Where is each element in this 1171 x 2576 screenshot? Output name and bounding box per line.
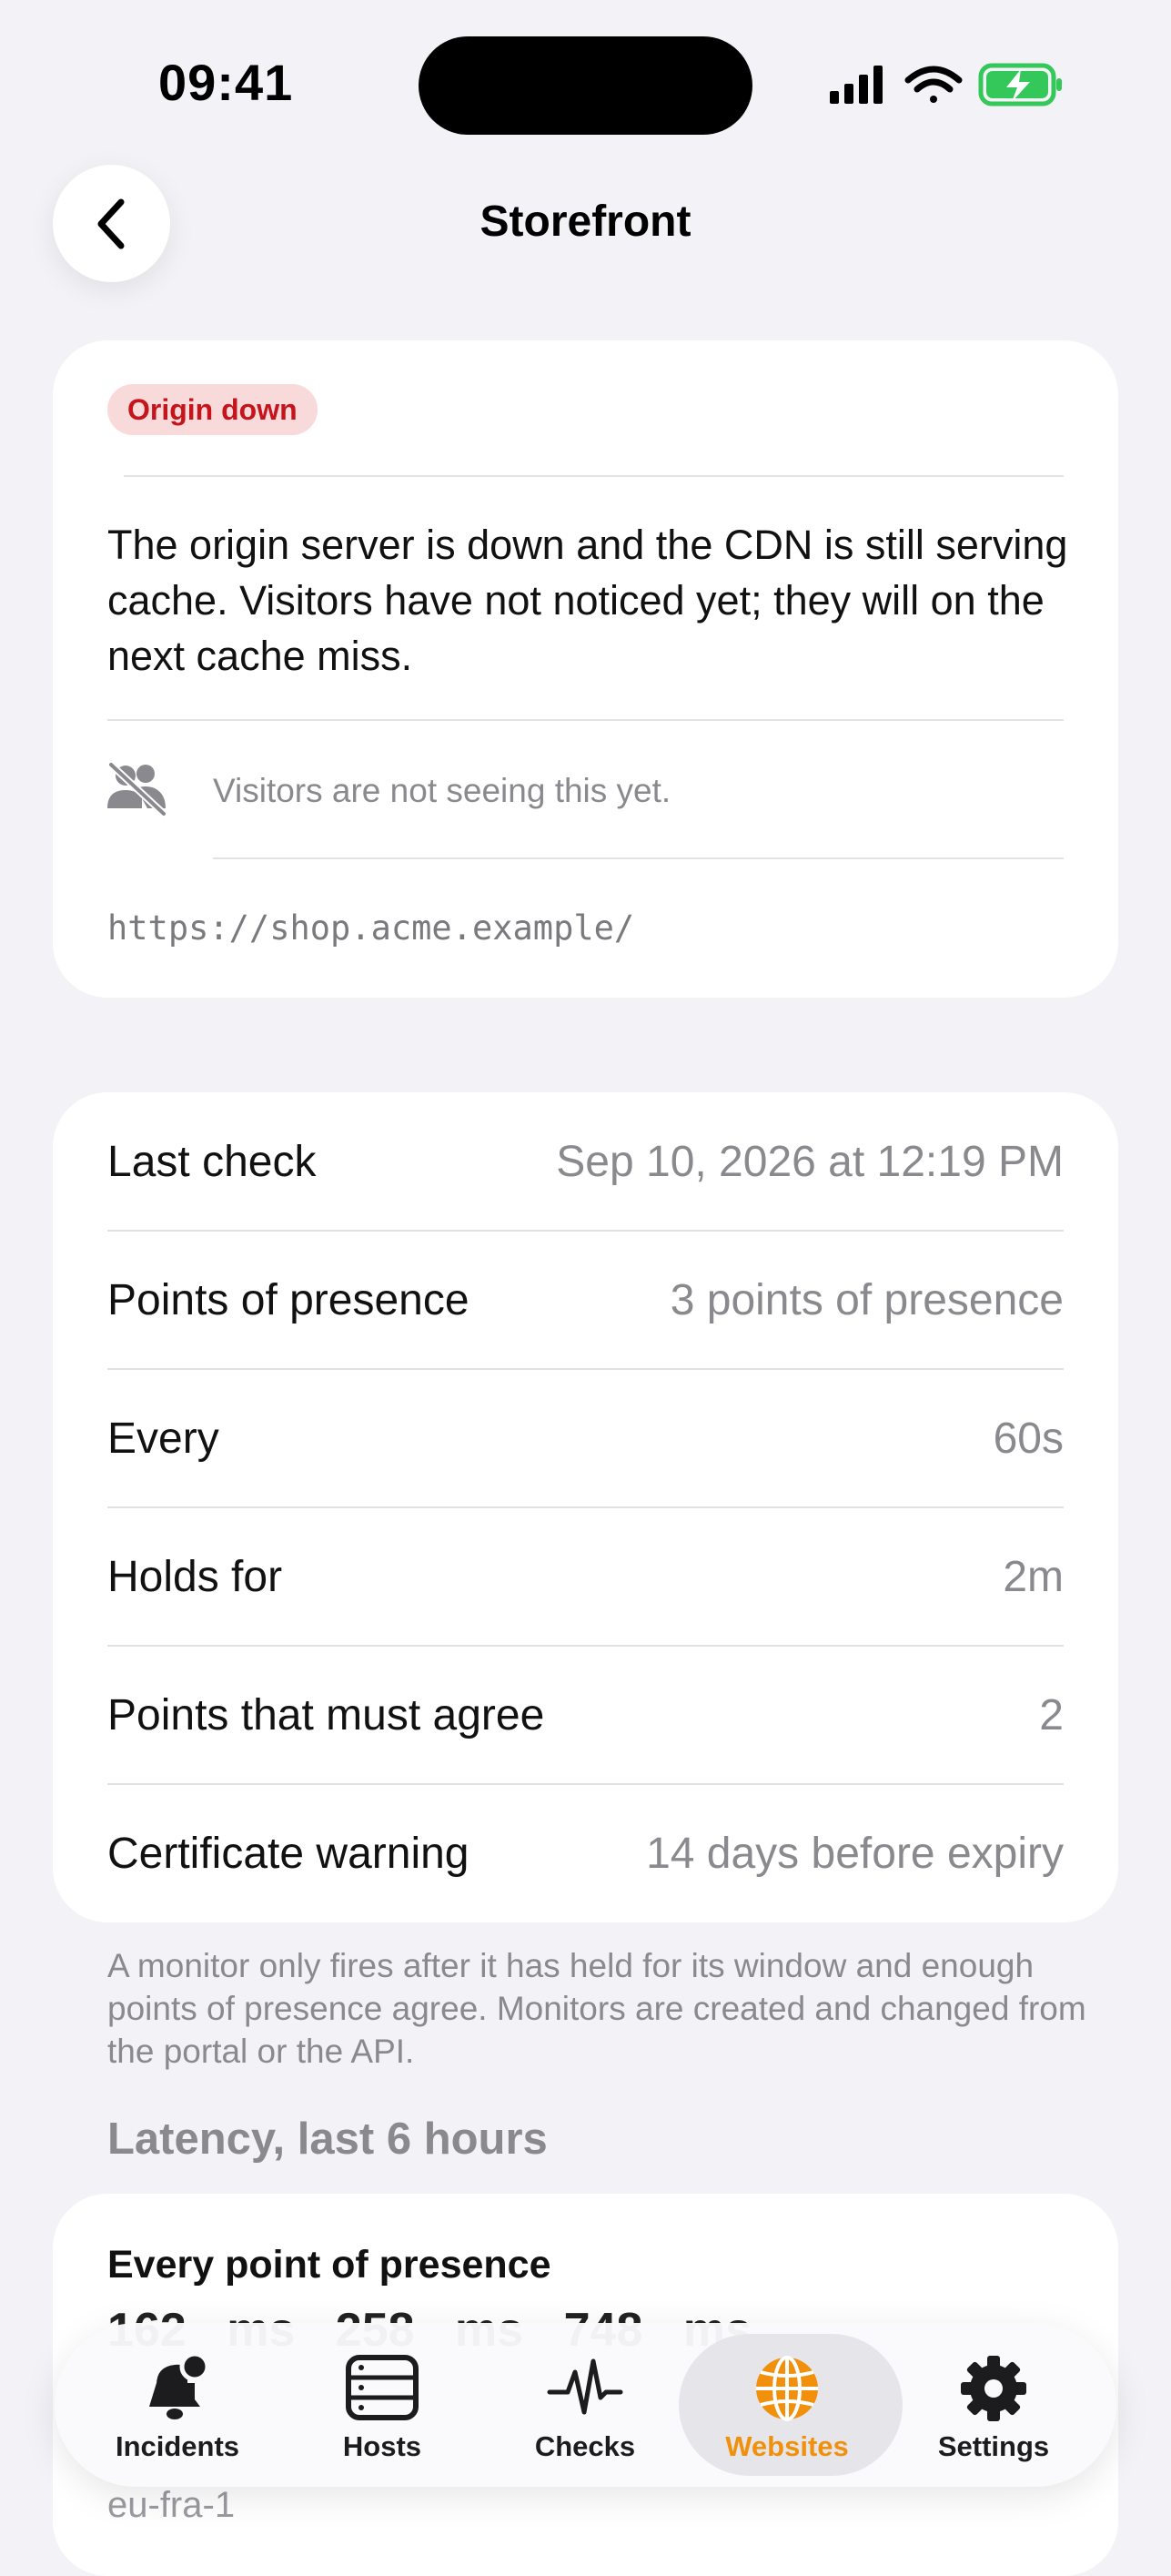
tab-incidents[interactable]: Incidents xyxy=(73,2323,282,2487)
waveform-icon xyxy=(547,2358,623,2415)
tab-settings[interactable]: Settings xyxy=(889,2323,1098,2487)
tab-hosts[interactable]: Hosts xyxy=(278,2323,487,2487)
detail-row-certificate-warning: Certificate warning 14 days before expir… xyxy=(107,1784,1064,1922)
globe-icon xyxy=(756,2356,818,2421)
detail-value: 60s xyxy=(993,1414,1064,1463)
detail-row-interval: Every 60s xyxy=(107,1369,1064,1507)
detail-label: Points of presence xyxy=(107,1275,469,1324)
divider xyxy=(213,857,1064,859)
status-badge: Origin down xyxy=(107,384,318,435)
detail-row-last-check: Last check Sep 10, 2026 at 12:19 PM xyxy=(107,1092,1064,1231)
detail-label: Last check xyxy=(107,1137,317,1186)
detail-value: 14 days before expiry xyxy=(646,1829,1064,1878)
cellular-signal-icon xyxy=(830,66,883,104)
tab-label: Settings xyxy=(937,2430,1050,2462)
server-icon xyxy=(346,2355,419,2420)
incident-description: The origin server is down and the CDN is… xyxy=(107,522,1068,679)
pop-label: eu-fra-1 xyxy=(107,2485,236,2525)
gear-icon xyxy=(961,2356,1026,2421)
dynamic-island xyxy=(419,36,752,135)
detail-value: 2 xyxy=(1039,1690,1064,1739)
incident-card: Origin down The origin server is down an… xyxy=(53,340,1118,998)
status-icons xyxy=(830,63,1062,106)
tab-label: Checks xyxy=(534,2430,636,2462)
detail-value: 3 points of presence xyxy=(670,1275,1064,1324)
tab-label: Hosts xyxy=(342,2430,422,2462)
detail-row-quorum: Points that must agree 2 xyxy=(107,1646,1064,1784)
latency-section-title: Latency, last 6 hours xyxy=(107,2115,548,2164)
tab-websites[interactable]: Websites xyxy=(679,2323,903,2487)
detail-label: Certificate warning xyxy=(107,1829,469,1878)
detail-row-points-of-presence: Points of presence 3 points of presence xyxy=(107,1231,1064,1369)
tab-bar: Incidents Hosts Checks Websites Settings xyxy=(55,2323,1116,2487)
detail-row-holds-for: Holds for 2m xyxy=(107,1507,1064,1646)
page-title: Storefront xyxy=(480,198,691,246)
detail-label: Points that must agree xyxy=(107,1690,545,1739)
bell-badge-icon xyxy=(149,2352,210,2419)
detail-label: Every xyxy=(107,1414,219,1463)
divider xyxy=(124,475,1064,477)
battery-charging-icon xyxy=(978,63,1062,106)
tab-label: Incidents xyxy=(115,2430,240,2462)
tab-label: Websites xyxy=(725,2430,849,2462)
detail-value: Sep 10, 2026 at 12:19 PM xyxy=(556,1137,1064,1186)
visitor-impact-note: Visitors are not seeing this yet. xyxy=(213,772,671,809)
detail-label: Holds for xyxy=(107,1552,283,1601)
divider xyxy=(107,719,1064,721)
person-slash-icon xyxy=(107,762,167,816)
wifi-icon xyxy=(904,66,963,103)
latency-card-title: Every point of presence xyxy=(107,2243,551,2287)
monitor-url[interactable]: https://shop.acme.example/ xyxy=(107,908,634,948)
detail-value: 2m xyxy=(1003,1552,1064,1601)
monitor-footnote: A monitor only fires after it has held f… xyxy=(107,1947,1086,2070)
tab-checks[interactable]: Checks xyxy=(480,2323,690,2487)
monitor-details-card: Last check Sep 10, 2026 at 12:19 PM Poin… xyxy=(53,1092,1118,1922)
status-time: 09:41 xyxy=(158,54,294,111)
